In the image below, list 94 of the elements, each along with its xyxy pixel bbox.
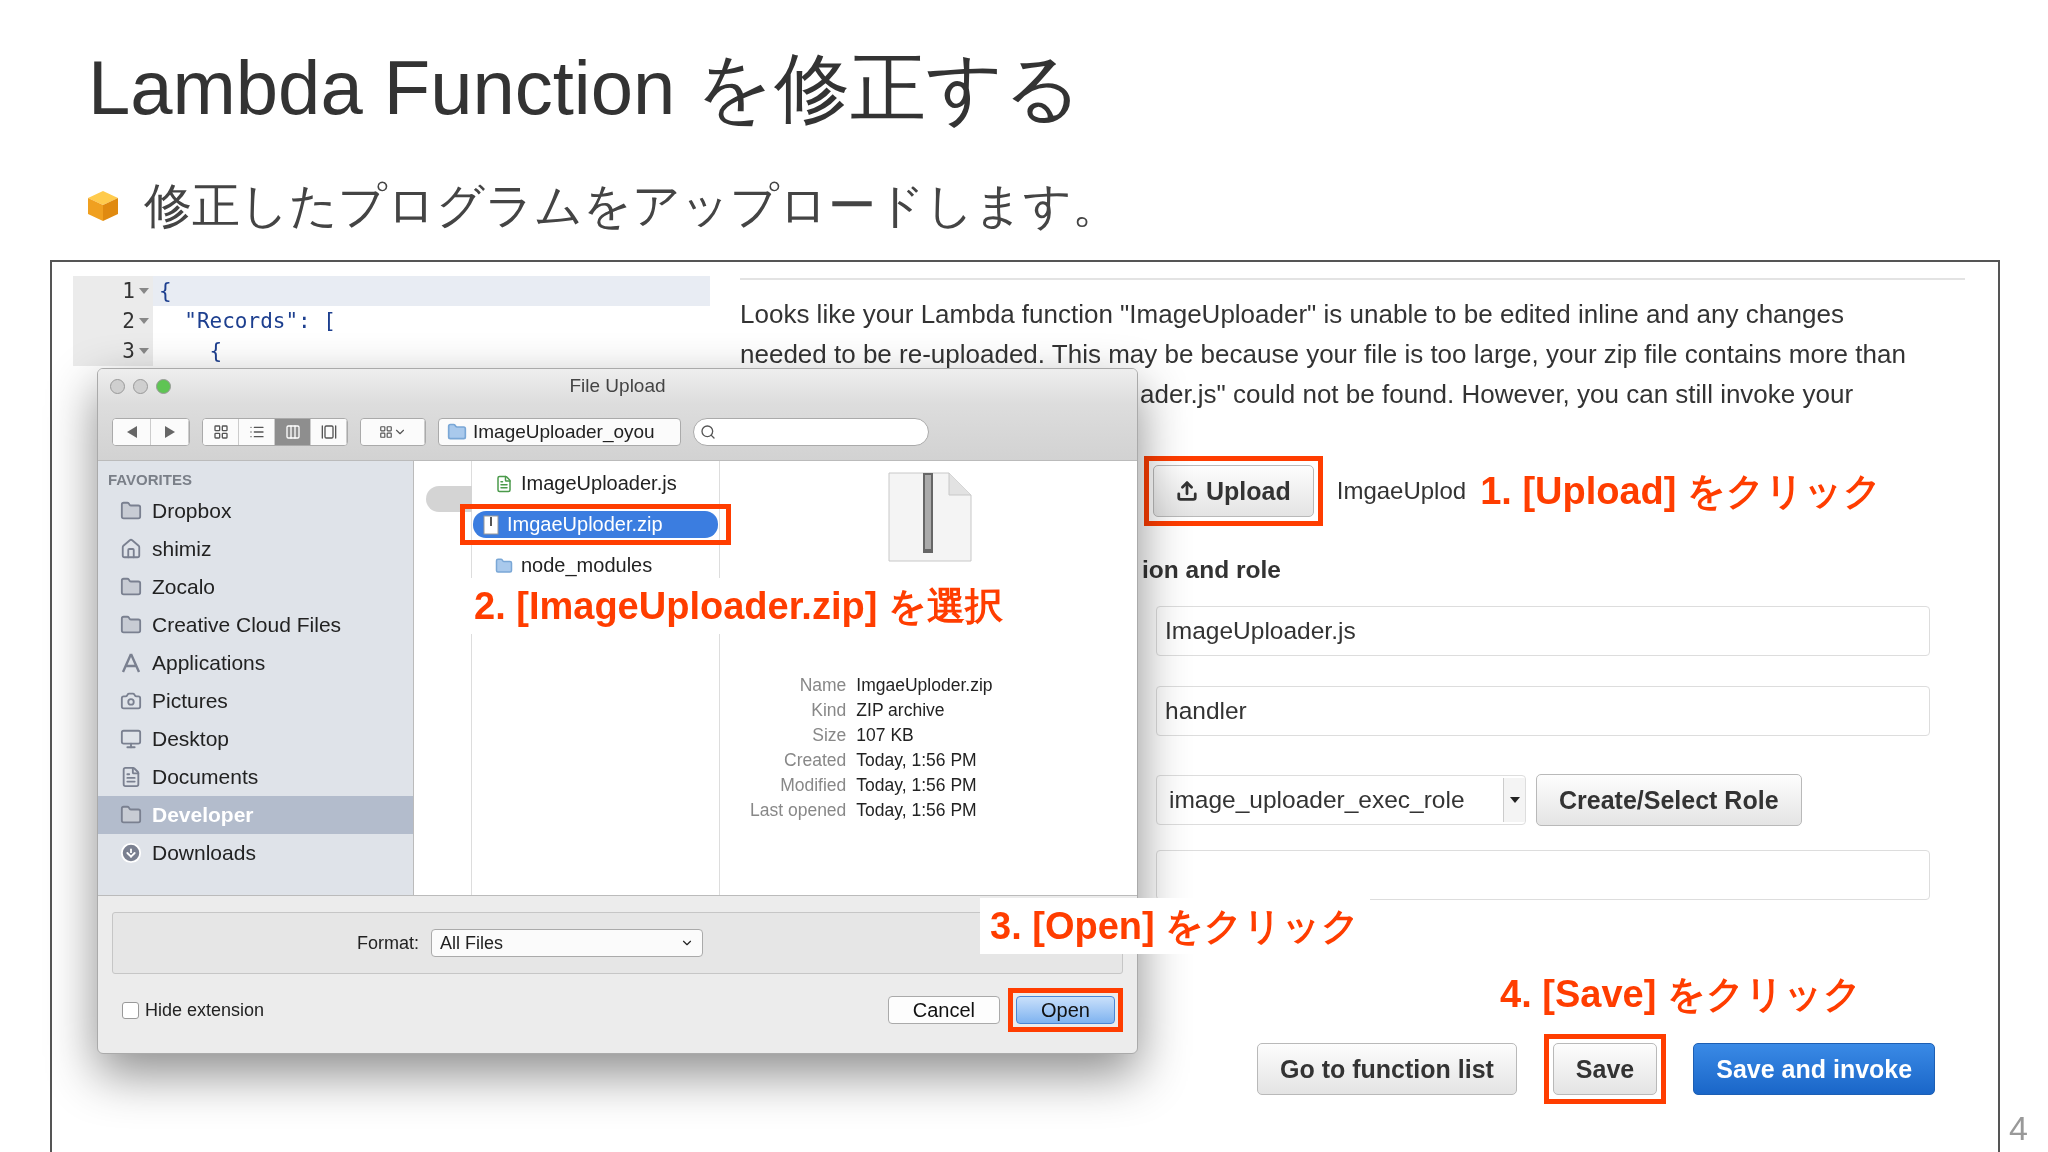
monitor-icon — [120, 728, 142, 750]
back-button[interactable] — [113, 418, 151, 445]
code-text: { — [208, 339, 223, 363]
dialog-button[interactable]: Cancel — [887, 996, 1001, 1024]
sidebar-item[interactable]: Desktop — [98, 720, 413, 758]
folder-icon — [120, 804, 142, 826]
create-role-button[interactable]: Create/Select Role — [1536, 774, 1802, 826]
sidebar-heading: FAVORITES — [108, 471, 193, 488]
sidebar-item[interactable]: Creative Cloud Files — [98, 606, 413, 644]
info-label: Kind — [810, 700, 847, 721]
code-text: "Records": [ — [183, 309, 336, 333]
text-field[interactable]: handler — [1156, 686, 1930, 736]
search-icon — [700, 423, 716, 440]
role-select[interactable]: image_uploader_exec_role — [1156, 775, 1526, 825]
format-popup[interactable]: All Files — [431, 929, 703, 957]
action-button[interactable]: Save and invoke — [1693, 1043, 1936, 1095]
grid-icon — [212, 423, 229, 440]
bullet-text: 修正したプログラムをアップロードします。 — [144, 178, 1120, 234]
sidebar-item[interactable]: Documents — [98, 758, 413, 796]
checkbox[interactable] — [122, 1001, 139, 1019]
info-value: Today, 1:56 PM — [856, 800, 978, 821]
annotation-text: 2. [ImageUploader.zip] を選択 — [474, 585, 1003, 627]
text-field[interactable]: ImageUploader.js — [1156, 606, 1930, 656]
gallery-icon — [320, 423, 337, 440]
notice-text: Looks like your Lambda function "ImageUploader" is unable to be edited inline and any changes — [740, 298, 1844, 331]
fold-caret-icon — [139, 317, 149, 325]
folder-icon — [120, 500, 142, 522]
file-item[interactable]: node_modules — [485, 552, 706, 579]
selected-folder-row[interactable] — [426, 486, 472, 512]
annotation-text: 3. [Open] をクリック — [990, 905, 1361, 947]
sidebar-item[interactable]: Pictures — [98, 682, 413, 720]
text-field[interactable] — [1156, 850, 1930, 900]
line-number: 2 — [122, 309, 135, 333]
arrange-button[interactable] — [361, 418, 425, 445]
format-label: Format: — [357, 932, 419, 954]
file-item[interactable]: ImageUploader.js — [485, 470, 706, 497]
sidebar-item[interactable]: shimiz — [98, 530, 413, 568]
info-value: Today, 1:56 PM — [856, 775, 978, 796]
camera-icon — [120, 690, 142, 712]
upload-icon — [1176, 480, 1198, 502]
sidebar-item[interactable]: Dropbox — [98, 492, 413, 530]
house-icon — [120, 538, 142, 560]
cube-icon — [86, 189, 120, 223]
columns-icon — [284, 423, 301, 440]
fold-caret-icon — [139, 347, 149, 355]
info-label: Name — [798, 675, 847, 696]
folder-icon — [120, 576, 142, 598]
line-number: 3 — [122, 339, 135, 363]
dialog-button[interactable]: Open — [1016, 996, 1115, 1024]
sidebar-item[interactable]: Downloads — [98, 834, 413, 872]
checkbox-label: Hide extension — [145, 999, 265, 1021]
folder-icon — [120, 614, 142, 636]
info-label: Last opened — [750, 800, 847, 821]
info-label: Created — [783, 750, 847, 771]
zip-file-icon — [483, 514, 499, 535]
download-icon — [120, 842, 142, 864]
forward-icon — [164, 425, 175, 438]
back-icon — [126, 425, 137, 438]
notice-text: needed to be re-uploaded. This may be because your file is too large, your zip file contains more than — [740, 338, 1906, 371]
document-icon — [120, 766, 142, 788]
view-mode-button[interactable] — [203, 418, 239, 445]
info-value: Today, 1:56 PM — [856, 750, 978, 771]
sidebar-item[interactable]: Applications — [98, 644, 413, 682]
upload-button[interactable]: Upload — [1153, 465, 1314, 517]
action-button[interactable]: Go to function list — [1257, 1043, 1517, 1095]
file-item[interactable]: ImgaeUploder.zip — [473, 511, 718, 538]
annotation-text: 1. [Upload] をクリック — [1480, 469, 1883, 514]
dialog-title: File Upload — [569, 375, 666, 397]
grid-icon — [378, 424, 393, 439]
info-label: Modified — [779, 775, 847, 796]
dropdown-caret-icon — [1509, 796, 1520, 804]
info-value: 107 KB — [856, 725, 915, 746]
action-button[interactable]: Save — [1552, 1043, 1658, 1095]
slide-title: Lambda Function を修正する — [88, 44, 1083, 132]
folder-icon — [495, 556, 513, 575]
info-value: ZIP archive — [856, 700, 946, 721]
code-text: { — [158, 279, 172, 303]
minimize-window-icon[interactable] — [133, 378, 148, 394]
search-field[interactable] — [693, 417, 929, 446]
folder-icon — [447, 421, 467, 442]
zoom-window-icon[interactable] — [156, 378, 171, 394]
sidebar-item[interactable]: Zocalo — [98, 568, 413, 606]
file-icon — [495, 474, 513, 493]
file-name: ImgaeUplod — [1336, 477, 1467, 505]
annotation-text: 4. [Save] をクリック — [1500, 973, 1862, 1015]
page-number: 4 — [2009, 1109, 2028, 1148]
fold-caret-icon — [139, 287, 149, 295]
section-heading: ion and role — [1142, 556, 1281, 584]
info-label: Size — [811, 725, 847, 746]
path-popup[interactable]: ImageUploader_oyou — [438, 417, 681, 446]
line-number: 1 — [122, 279, 135, 303]
notice-text: ader.js" could not be found. However, you can still invoke your — [1140, 378, 1854, 411]
info-value: ImgaeUploder.zip — [856, 675, 993, 696]
close-window-icon[interactable] — [110, 378, 125, 394]
